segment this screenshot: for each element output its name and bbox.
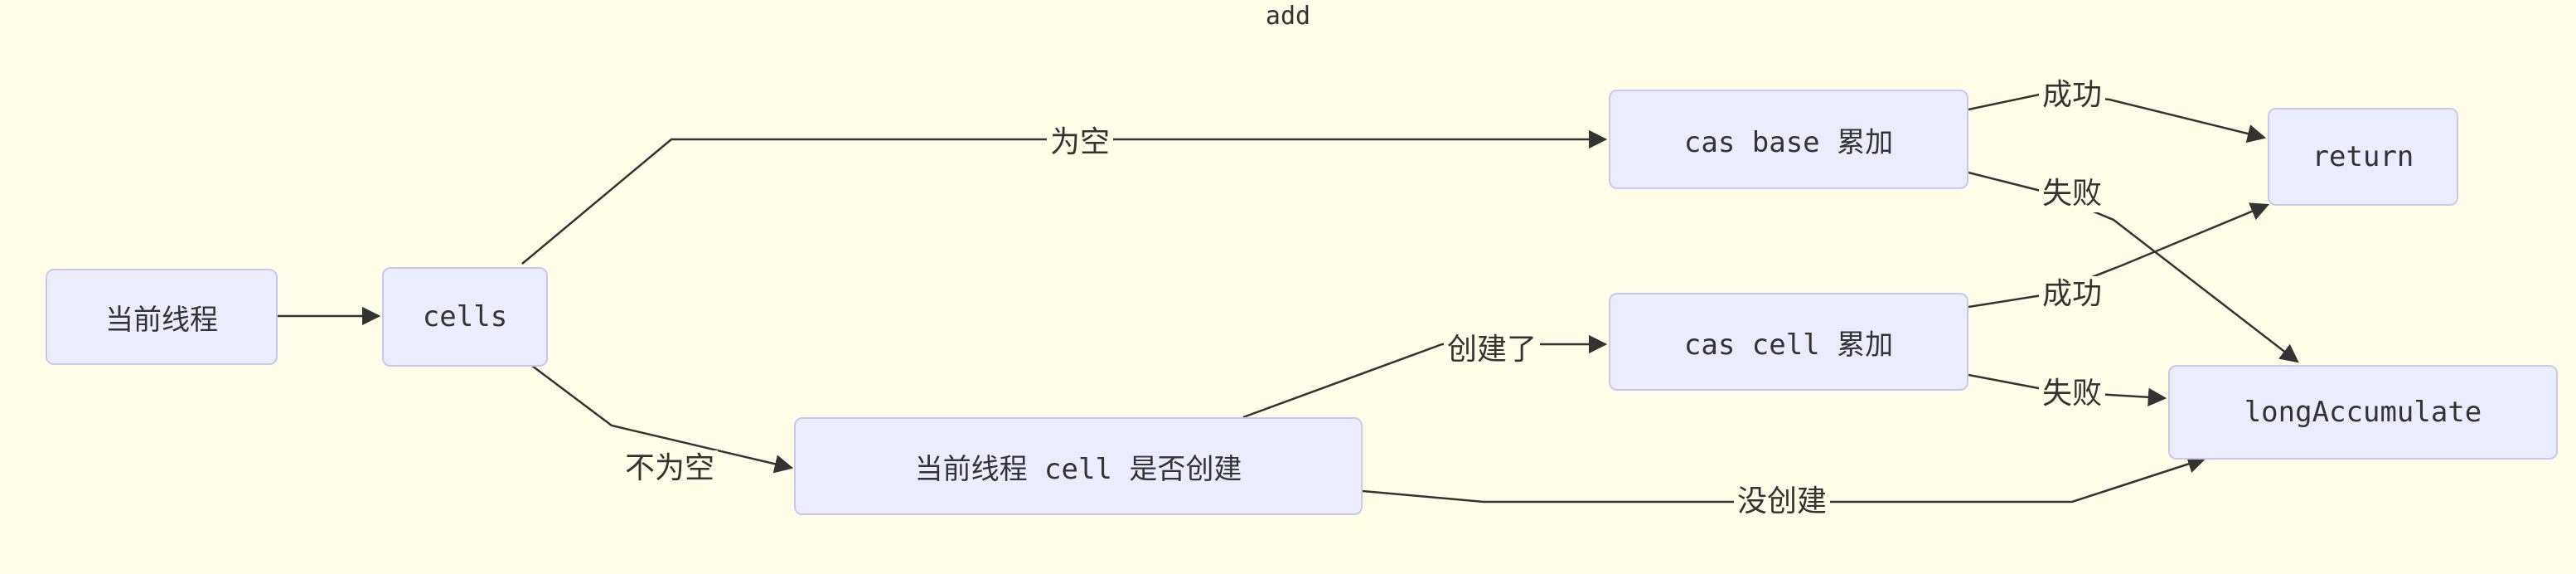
node-thread-cell-created: 当前线程 cell 是否创建 (794, 417, 1363, 515)
node-cas-cell: cas cell 累加 (1609, 293, 1968, 391)
edge-label-not-created: 没创建 (1733, 484, 1831, 520)
edge-cas-base-to-long-accumulate (1968, 171, 2299, 363)
node-cells: cells (382, 267, 548, 367)
edge-cas-cell-to-return (1968, 202, 2270, 309)
edge-label-cell-fail: 失败 (2038, 376, 2106, 412)
edge-label-empty: 为空 (1046, 124, 1114, 161)
node-current-thread: 当前线程 (46, 269, 278, 365)
node-cas-base: cas base 累加 (1609, 90, 1968, 189)
edge-label-cell-success: 成功 (2038, 276, 2106, 313)
edge-label-not-empty: 不为空 (621, 450, 719, 487)
edge-thread-cell-to-cas-cell (1242, 334, 1608, 419)
edge-label-base-fail: 失败 (2038, 176, 2106, 212)
edge-label-base-success: 成功 (2038, 77, 2106, 114)
node-return: return (2268, 108, 2458, 206)
edge-cas-base-to-return (1968, 91, 2267, 144)
node-long-accumulate: longAccumulate (2168, 365, 2558, 460)
edge-label-created: 创建了 (1443, 332, 1541, 368)
